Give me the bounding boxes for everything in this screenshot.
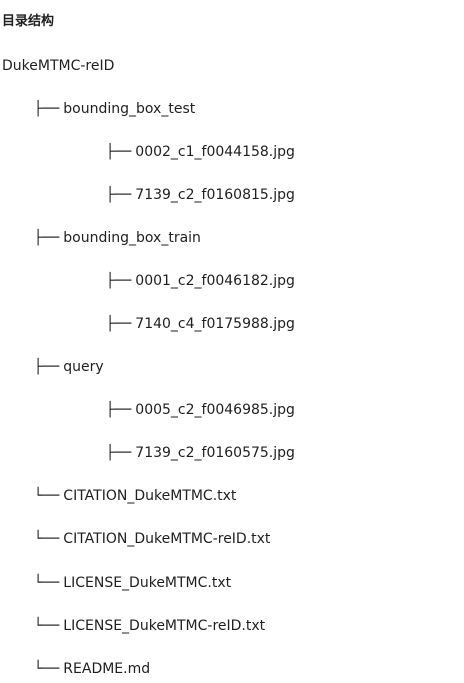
branch-connector: └── [34, 661, 60, 677]
tree-folder-query: ├── query [34, 357, 104, 377]
branch-connector: ├── [106, 402, 132, 418]
branch-connector: ├── [106, 144, 132, 160]
tree-file: ├── 0002_c1_f0044158.jpg [106, 142, 295, 162]
tree-root-file: └── CITATION_DukeMTMC-reID.txt [34, 529, 270, 549]
tree-root-file: └── LICENSE_DukeMTMC.txt [34, 573, 231, 593]
folder-name: bounding_box_test [63, 101, 196, 117]
branch-connector: ├── [34, 359, 60, 375]
branch-connector: ├── [106, 187, 132, 203]
branch-connector: └── [34, 488, 60, 504]
file-name: LICENSE_DukeMTMC-reID.txt [63, 618, 266, 634]
file-name: CITATION_DukeMTMC.txt [63, 488, 237, 504]
file-name: 7140_c4_f0175988.jpg [135, 316, 295, 332]
file-name: README.md [63, 661, 151, 677]
file-name: 0005_c2_f0046985.jpg [135, 402, 295, 418]
branch-connector: ├── [106, 316, 132, 332]
tree-file: ├── 7140_c4_f0175988.jpg [106, 314, 295, 334]
file-name: CITATION_DukeMTMC-reID.txt [63, 531, 271, 547]
branch-connector: └── [34, 618, 60, 634]
tree-file: ├── 0001_c2_f0046182.jpg [106, 271, 295, 291]
branch-connector: └── [34, 575, 60, 591]
tree-root-file: └── README.md [34, 659, 150, 679]
folder-name: query [63, 359, 104, 375]
tree-file: ├── 0005_c2_f0046985.jpg [106, 400, 295, 420]
folder-name: bounding_box_train [63, 230, 201, 246]
tree-root-file: └── LICENSE_DukeMTMC-reID.txt [34, 616, 265, 636]
branch-connector: ├── [106, 445, 132, 461]
branch-connector: ├── [106, 273, 132, 289]
file-name: LICENSE_DukeMTMC.txt [63, 575, 232, 591]
page-heading: 目录结构 [2, 14, 55, 29]
root-folder-name: DukeMTMC-reID [2, 58, 115, 74]
tree-folder-bounding-box-test: ├── bounding_box_test [34, 99, 195, 119]
file-name: 7139_c2_f0160575.jpg [135, 445, 295, 461]
file-name: 0001_c2_f0046182.jpg [135, 273, 295, 289]
branch-connector: └── [34, 531, 60, 547]
tree-root-file: └── CITATION_DukeMTMC.txt [34, 486, 236, 506]
file-name: 7139_c2_f0160815.jpg [135, 187, 295, 203]
file-name: 0002_c1_f0044158.jpg [135, 144, 295, 160]
tree-folder-bounding-box-train: ├── bounding_box_train [34, 228, 201, 248]
branch-connector: ├── [34, 230, 60, 246]
tree-file: ├── 7139_c2_f0160815.jpg [106, 185, 295, 205]
branch-connector: ├── [34, 101, 60, 117]
tree-file: ├── 7139_c2_f0160575.jpg [106, 443, 295, 463]
tree-root: DukeMTMC-reID [2, 56, 114, 76]
